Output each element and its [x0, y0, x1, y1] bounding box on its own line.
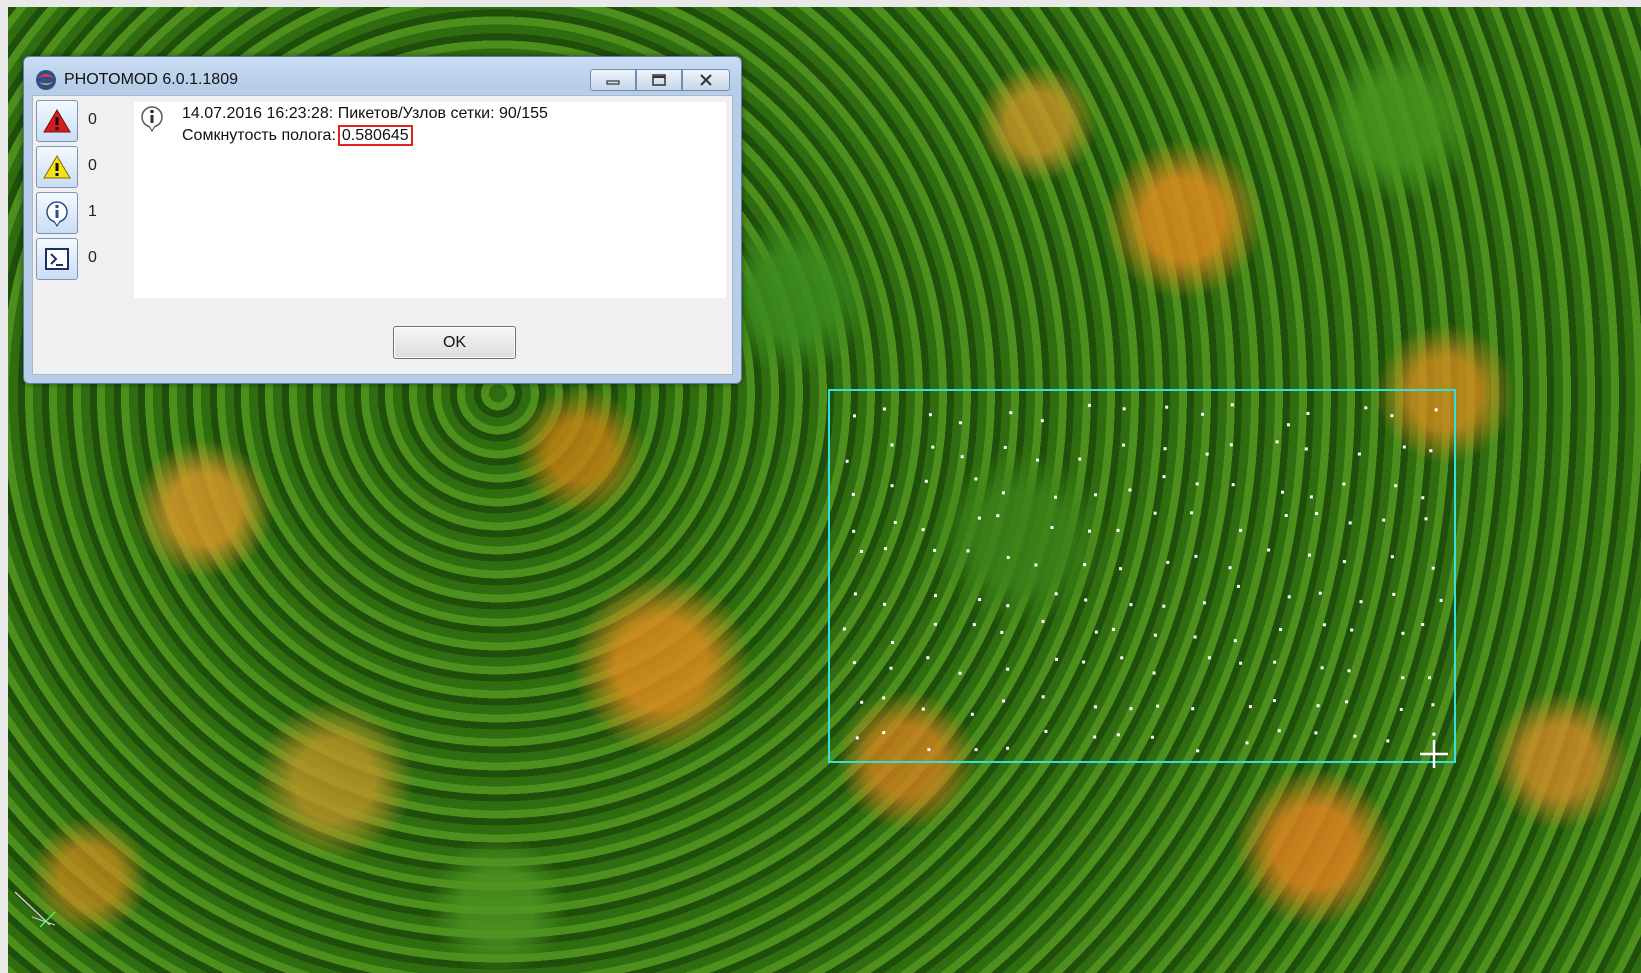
close-icon: [700, 74, 712, 86]
selection-rectangle[interactable]: [828, 389, 1456, 763]
info-icon: [46, 201, 68, 227]
error-count: 0: [88, 111, 97, 128]
window-title: PHOTOMOD 6.0.1.1809: [64, 71, 238, 88]
axis-indicator-icon: [14, 891, 56, 928]
log-message-line: Сомкнутость полога: 0.580645: [182, 125, 413, 146]
ok-button[interactable]: OK: [393, 326, 516, 359]
warning-filter-button[interactable]: [36, 146, 78, 188]
error-icon: [43, 109, 71, 133]
canopy-closure-label: Сомкнутость полога:: [182, 127, 336, 144]
console-count: 0: [88, 249, 97, 266]
maximize-button[interactable]: [636, 69, 682, 91]
error-filter-button[interactable]: [36, 100, 78, 142]
console-icon: [45, 248, 69, 270]
close-button[interactable]: [682, 69, 730, 91]
warning-count: 0: [88, 157, 97, 174]
log-message-line: 14.07.2016 16:23:28: Пикетов/Узлов сетки…: [182, 105, 548, 122]
warning-icon: [43, 155, 71, 179]
canopy-closure-value: 0.580645: [337, 125, 413, 146]
dialog-body: 0 0 1 0 14.07.2016 16:23:28: Пикетов/Узл…: [32, 95, 733, 375]
info-filter-button[interactable]: [36, 192, 78, 234]
message-log[interactable]: 14.07.2016 16:23:28: Пикетов/Узлов сетки…: [134, 102, 726, 298]
info-count: 1: [88, 203, 97, 220]
photomod-logo-icon: [36, 70, 56, 90]
minimize-button[interactable]: [590, 69, 636, 91]
photomod-dialog: PHOTOMOD 6.0.1.1809 0 0 1 0 14.07.2016 1…: [23, 56, 742, 384]
maximize-icon: [652, 74, 666, 86]
minimize-icon: [606, 80, 620, 85]
info-icon: [141, 106, 163, 133]
crosshair-cursor-icon: [1420, 740, 1448, 768]
console-filter-button[interactable]: [36, 238, 78, 280]
